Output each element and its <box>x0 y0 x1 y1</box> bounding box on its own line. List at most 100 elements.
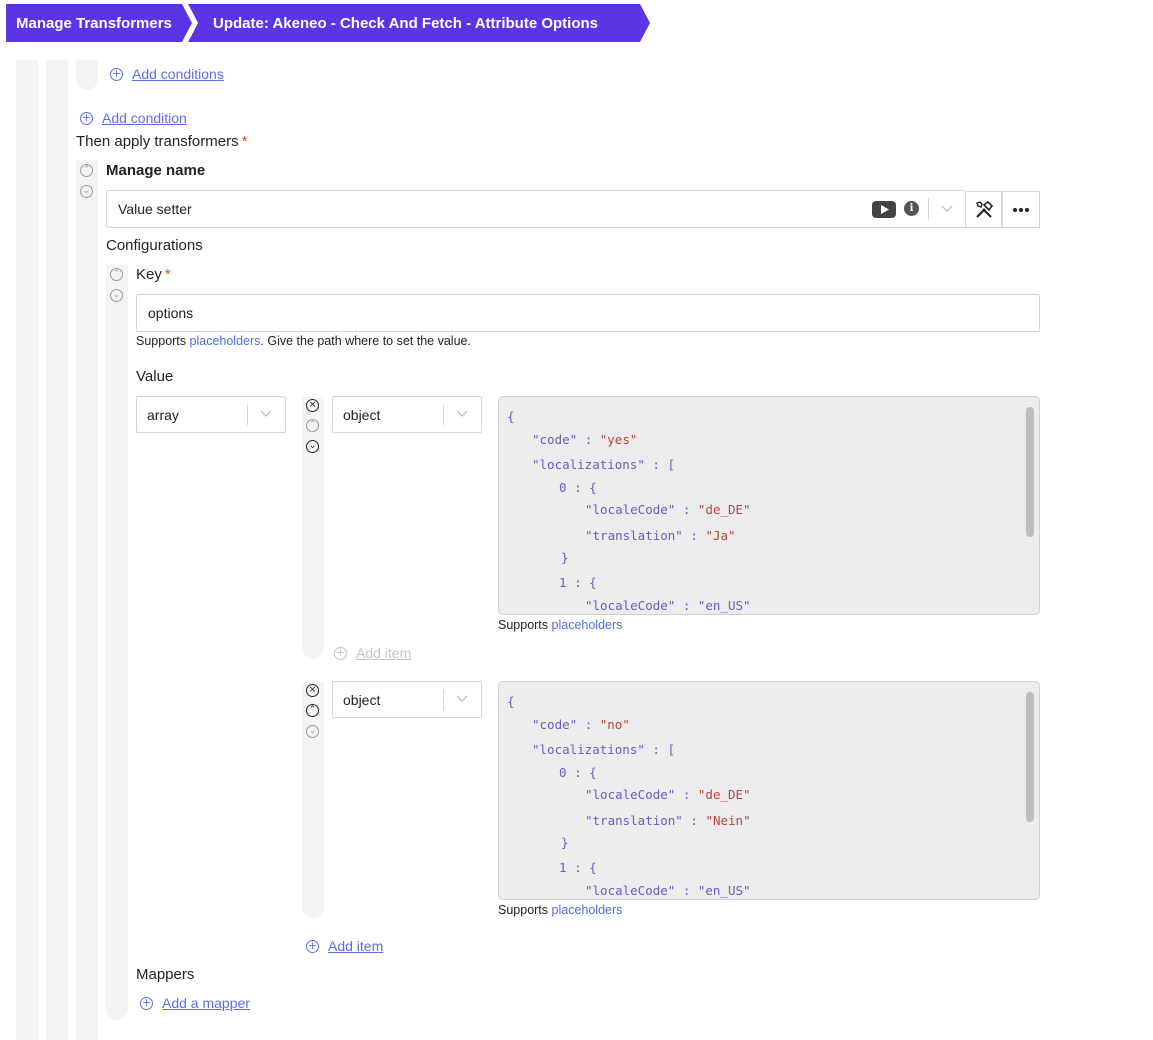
breadcrumb-root-label: Manage Transformers <box>16 14 172 32</box>
configurations-label: Configurations <box>106 237 203 254</box>
code-line: "localeCode" : "de_DE" <box>585 787 751 802</box>
placeholders-link[interactable]: placeholders <box>552 903 623 917</box>
add-conditions-link[interactable]: Add conditions <box>132 66 224 82</box>
add-mapper-icon[interactable]: + <box>140 997 153 1010</box>
code-brace: } <box>561 835 569 850</box>
move-down-icon[interactable]: ⌄ <box>306 440 319 453</box>
add-item-icon[interactable]: + <box>334 647 347 660</box>
chevron-down-icon <box>456 695 468 703</box>
code-index: 1 <box>559 575 567 590</box>
add-condition-link[interactable]: Add condition <box>102 110 187 126</box>
code-key: "code" <box>532 717 578 732</box>
code-key: "translation" <box>585 813 683 828</box>
scrollbar[interactable] <box>1026 407 1034 537</box>
nesting-rail <box>76 60 98 90</box>
code-line: "code" : "yes" <box>532 432 637 447</box>
chevron-down-icon <box>456 410 468 418</box>
code-colon: : <box>690 813 698 828</box>
code-brace: { <box>589 480 597 495</box>
remove-item-icon[interactable]: × <box>306 399 319 412</box>
code-key: "localizations" <box>532 742 645 757</box>
code-colon: : <box>574 575 582 590</box>
code-string: "no" <box>599 717 630 732</box>
more-button[interactable] <box>1002 191 1040 228</box>
supports-placeholders: Supports placeholders <box>498 618 622 632</box>
move-down-icon[interactable]: ⌄ <box>80 185 93 198</box>
add-conditions-icon[interactable]: + <box>110 68 123 81</box>
transformer-type-select[interactable]: Value setter <box>106 190 966 228</box>
nesting-rail <box>16 60 38 1040</box>
add-item-link[interactable]: Add item <box>356 645 411 661</box>
select-divider <box>928 198 929 220</box>
code-colon: : <box>652 457 660 472</box>
code-brace: { <box>589 765 597 780</box>
chevron-down-icon[interactable] <box>940 203 954 215</box>
code-colon: : <box>690 528 698 543</box>
item-type-select[interactable]: object <box>332 681 482 718</box>
json-editor[interactable]: { "code" : "yes" "localizations" : [ 0 :… <box>498 396 1040 615</box>
json-editor[interactable]: { "code" : "no" "localizations" : [ 0 : … <box>498 681 1040 900</box>
move-up-icon[interactable]: ⌃ <box>306 419 319 432</box>
code-colon: : <box>584 717 593 732</box>
info-icon[interactable]: i <box>904 201 919 216</box>
value-type-select[interactable]: array <box>136 396 286 433</box>
more-icon <box>1013 207 1029 212</box>
supports-text: Supports <box>498 618 549 632</box>
code-string: "de_DE" <box>697 787 751 802</box>
code-index: 0 <box>559 480 567 495</box>
key-label: Key * <box>136 266 171 283</box>
code-colon: : <box>574 765 582 780</box>
code-colon: : <box>682 502 691 517</box>
supports-placeholders: Supports placeholders <box>498 903 622 917</box>
code-line-cut: "localeCode" : "en_US" <box>585 883 751 898</box>
move-up-icon[interactable]: ⌃ <box>80 164 93 177</box>
code-line-cut: "localeCode" : "en_US" <box>585 598 751 613</box>
code-bracket: [ <box>667 742 676 757</box>
supports-text: Supports <box>498 903 549 917</box>
scrollbar[interactable] <box>1026 692 1034 822</box>
key-help: Supports placeholders. Give the path whe… <box>136 334 471 348</box>
code-key: "code" <box>532 432 578 447</box>
youtube-icon[interactable] <box>872 201 896 218</box>
code-colon: : <box>574 860 582 875</box>
move-down-icon[interactable]: ⌄ <box>110 289 123 302</box>
breadcrumb-root[interactable]: Manage Transformers <box>6 4 192 42</box>
code-brace: } <box>561 550 569 565</box>
add-mapper-link[interactable]: Add a mapper <box>162 995 250 1011</box>
move-up-icon[interactable]: ⌃ <box>110 268 123 281</box>
code-index: 1 <box>559 860 567 875</box>
move-up-icon[interactable]: ⌃ <box>306 704 319 717</box>
nesting-rail <box>46 60 68 1040</box>
remove-item-icon[interactable]: × <box>306 684 319 697</box>
code-line: "code" : "no" <box>532 717 630 732</box>
breadcrumb-current: Update: Akeneo - Check And Fetch - Attri… <box>188 4 650 42</box>
code-colon: : <box>574 480 582 495</box>
code-line: "translation" : "Nein" <box>585 813 751 828</box>
required-mark: * <box>164 266 171 283</box>
transformer-type-value: Value setter <box>118 201 192 217</box>
code-line: "localizations" : [ <box>532 742 675 757</box>
tools-icon <box>975 200 993 218</box>
key-input[interactable]: options <box>136 294 1040 332</box>
select-divider <box>443 405 444 425</box>
code-key: "translation" <box>585 528 683 543</box>
move-down-icon[interactable]: ⌄ <box>306 725 319 738</box>
code-brace: { <box>589 860 597 875</box>
value-label: Value <box>136 368 174 385</box>
mappers-label: Mappers <box>136 966 195 983</box>
code-line: "translation" : "Ja" <box>585 528 736 543</box>
tools-button[interactable] <box>965 191 1002 228</box>
add-item-icon[interactable]: + <box>306 940 319 953</box>
nesting-rail <box>106 265 128 1020</box>
placeholders-link[interactable]: placeholders <box>552 618 623 632</box>
item-rail <box>302 397 324 659</box>
item-type-value: object <box>343 407 381 423</box>
add-item-link[interactable]: Add item <box>328 938 383 954</box>
transformers-heading: Then apply transformers * <box>76 133 247 150</box>
add-condition-icon[interactable]: + <box>80 112 93 125</box>
code-key: "localeCode" <box>585 787 676 802</box>
chevron-down-icon <box>260 410 272 418</box>
key-help-post: . Give the path where to set the value. <box>260 334 471 348</box>
placeholders-link[interactable]: placeholders <box>190 334 261 348</box>
item-type-select[interactable]: object <box>332 396 482 433</box>
